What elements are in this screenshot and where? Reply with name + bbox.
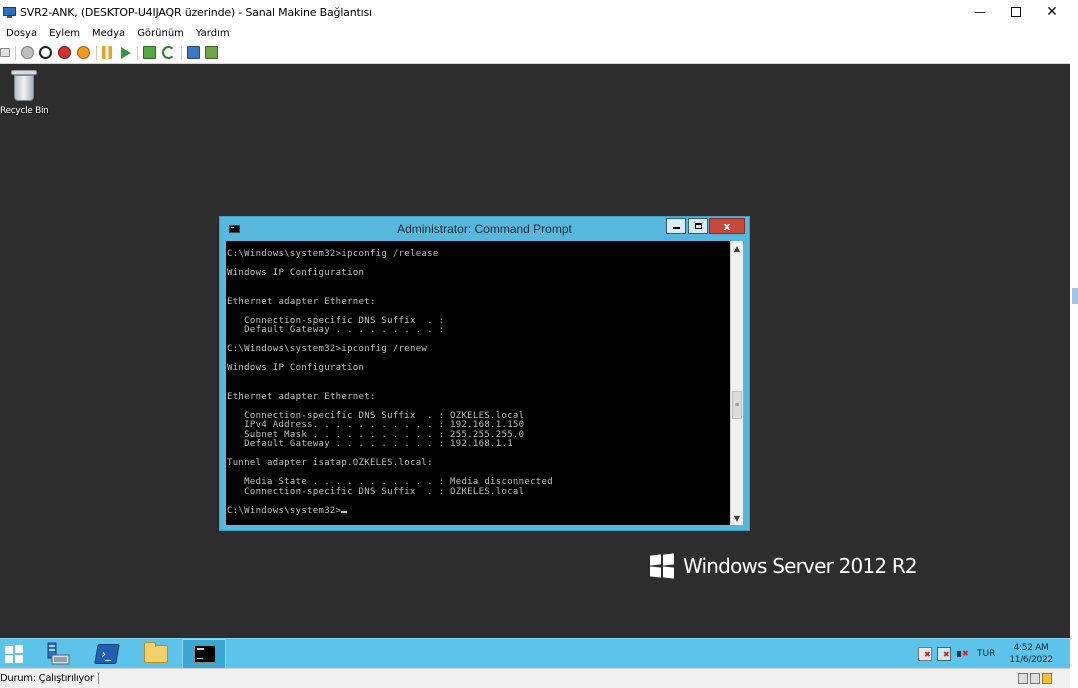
toolbar-separator: [181, 46, 182, 60]
share-icon[interactable]: [205, 46, 218, 59]
checkpoint-icon[interactable]: [143, 46, 156, 59]
menu-dosya[interactable]: Dosya: [0, 28, 43, 39]
powershell-button[interactable]: ›_: [92, 639, 124, 669]
status-bar: Durum: Çalıştırılıyor: [0, 668, 1070, 688]
resume-icon[interactable]: [121, 47, 131, 59]
console-line: Windows IP Configuration: [227, 363, 365, 373]
scroll-thumb[interactable]: ≡: [732, 391, 742, 419]
maximize-icon: [1011, 7, 1021, 17]
menu-yardim[interactable]: Yardım: [190, 28, 236, 39]
file-explorer-button[interactable]: [140, 639, 172, 669]
command-prompt-window[interactable]: Administrator: Command Prompt x C:\Windo…: [219, 216, 750, 531]
menu-gorunum[interactable]: Görünüm: [131, 28, 190, 39]
console-line: Windows IP Configuration: [227, 268, 365, 278]
console-line: C:\Windows\system32>ipconfig /renew: [227, 344, 428, 354]
menu-medya[interactable]: Medya: [86, 28, 131, 39]
clock[interactable]: 4:52 AM 11/6/2022: [1009, 642, 1053, 666]
server-manager-icon: [47, 642, 70, 665]
cmd-scrollbar[interactable]: ▲ ≡ ▼: [730, 241, 743, 525]
enhanced-session-icon[interactable]: [187, 46, 200, 59]
mouse-icon: [1030, 673, 1040, 684]
start-icon[interactable]: [21, 46, 34, 59]
scroll-marker: [1072, 288, 1078, 304]
console-line: Tunnel adapter isatap.OZKELES.local:: [227, 458, 433, 468]
maximize-icon: [694, 223, 702, 229]
keyboard-icon: [1018, 673, 1028, 684]
cmd-console[interactable]: C:\Windows\system32>ipconfig /release Win…: [226, 241, 730, 525]
vm-desktop[interactable]: Recycle Bin Administrator: Command Promp…: [0, 64, 1070, 638]
console-line: Default Gateway . . . . . . . . . : 192.…: [227, 439, 513, 449]
revert-icon[interactable]: [162, 46, 175, 59]
host-right-edge: [1070, 24, 1078, 688]
save-icon[interactable]: [77, 46, 90, 59]
toolbar-separator: [137, 46, 138, 60]
vm-toolbar: [0, 42, 1078, 64]
action-center-icon[interactable]: [918, 647, 932, 661]
cmd-maximize-button[interactable]: [688, 218, 708, 234]
console-line: Ethernet adapter Ethernet:: [227, 391, 376, 402]
windows-start-icon: [5, 645, 23, 663]
scroll-down-icon[interactable]: ▼: [731, 512, 743, 524]
minimize-button[interactable]: —: [962, 0, 998, 24]
menu-eylem[interactable]: Eylem: [43, 28, 86, 39]
window-title: SVR2-ANK, (DESKTOP-U4IJAQR üzerinde) - S…: [20, 5, 372, 19]
toolbar-separator: [15, 46, 16, 60]
vm-connection-icon: [3, 6, 16, 18]
pause-icon[interactable]: [102, 46, 112, 59]
console-line: C:\Windows\system32>ipconfig /release: [227, 249, 439, 259]
cmd-output: C:\Windows\system32>ipconfig /release Win…: [227, 249, 553, 517]
ctrl-alt-del-icon[interactable]: [0, 48, 10, 57]
scroll-up-icon[interactable]: ▲: [731, 242, 743, 254]
lock-icon: [1042, 673, 1052, 684]
server-manager-button[interactable]: [42, 639, 74, 669]
shutdown-icon[interactable]: [58, 46, 71, 59]
recycle-bin[interactable]: Recycle Bin: [0, 68, 49, 116]
maximize-button[interactable]: [998, 0, 1034, 24]
windows-logo-icon: [650, 553, 674, 579]
clock-date: 11/6/2022: [1009, 655, 1053, 665]
status-icons: [1018, 673, 1054, 684]
cmd-taskbar-button[interactable]: [182, 639, 226, 669]
console-line: Default Gateway . . . . . . . . . :: [227, 325, 445, 335]
powershell-icon: ›_: [94, 644, 120, 664]
cmd-icon: [194, 645, 216, 663]
console-line: Connection-specific DNS Suffix . : OZKEL…: [227, 486, 525, 497]
text-cursor: [341, 510, 348, 513]
recycle-bin-label: Recycle Bin: [0, 106, 49, 116]
cmd-close-button[interactable]: x: [709, 218, 745, 234]
volume-icon[interactable]: [956, 647, 970, 661]
menu-bar: Dosya Eylem Medya Görünüm Yardım: [0, 24, 1078, 42]
start-button[interactable]: [0, 639, 30, 669]
recycle-bin-icon: [11, 68, 37, 102]
os-branding: Windows Server 2012 R2: [650, 552, 918, 580]
toolbar-separator: [96, 46, 97, 60]
console-line: C:\Windows\system32>: [227, 506, 553, 517]
network-icon[interactable]: [937, 647, 951, 661]
minimize-icon: [672, 227, 680, 229]
clock-time: 4:52 AM: [1013, 643, 1049, 653]
cmd-title-bar[interactable]: Administrator: Command Prompt x: [220, 217, 749, 241]
taskbar: ›_ TUR 4:52 AM 11/6/2022: [0, 638, 1070, 669]
system-tray: TUR 4:52 AM 11/6/2022: [918, 639, 1053, 669]
language-indicator[interactable]: TUR: [977, 649, 995, 659]
console-line: Ethernet adapter Ethernet:: [227, 296, 376, 307]
turn-off-icon[interactable]: [39, 46, 52, 59]
folder-icon: [144, 642, 168, 663]
status-text: Durum: Çalıştırılıyor: [0, 673, 99, 684]
host-title-bar: SVR2-ANK, (DESKTOP-U4IJAQR üzerinde) - S…: [0, 0, 1078, 24]
close-button[interactable]: ✕: [1034, 0, 1070, 24]
cmd-minimize-button[interactable]: [666, 218, 686, 234]
branding-text: Windows Server 2012 R2: [683, 554, 918, 578]
